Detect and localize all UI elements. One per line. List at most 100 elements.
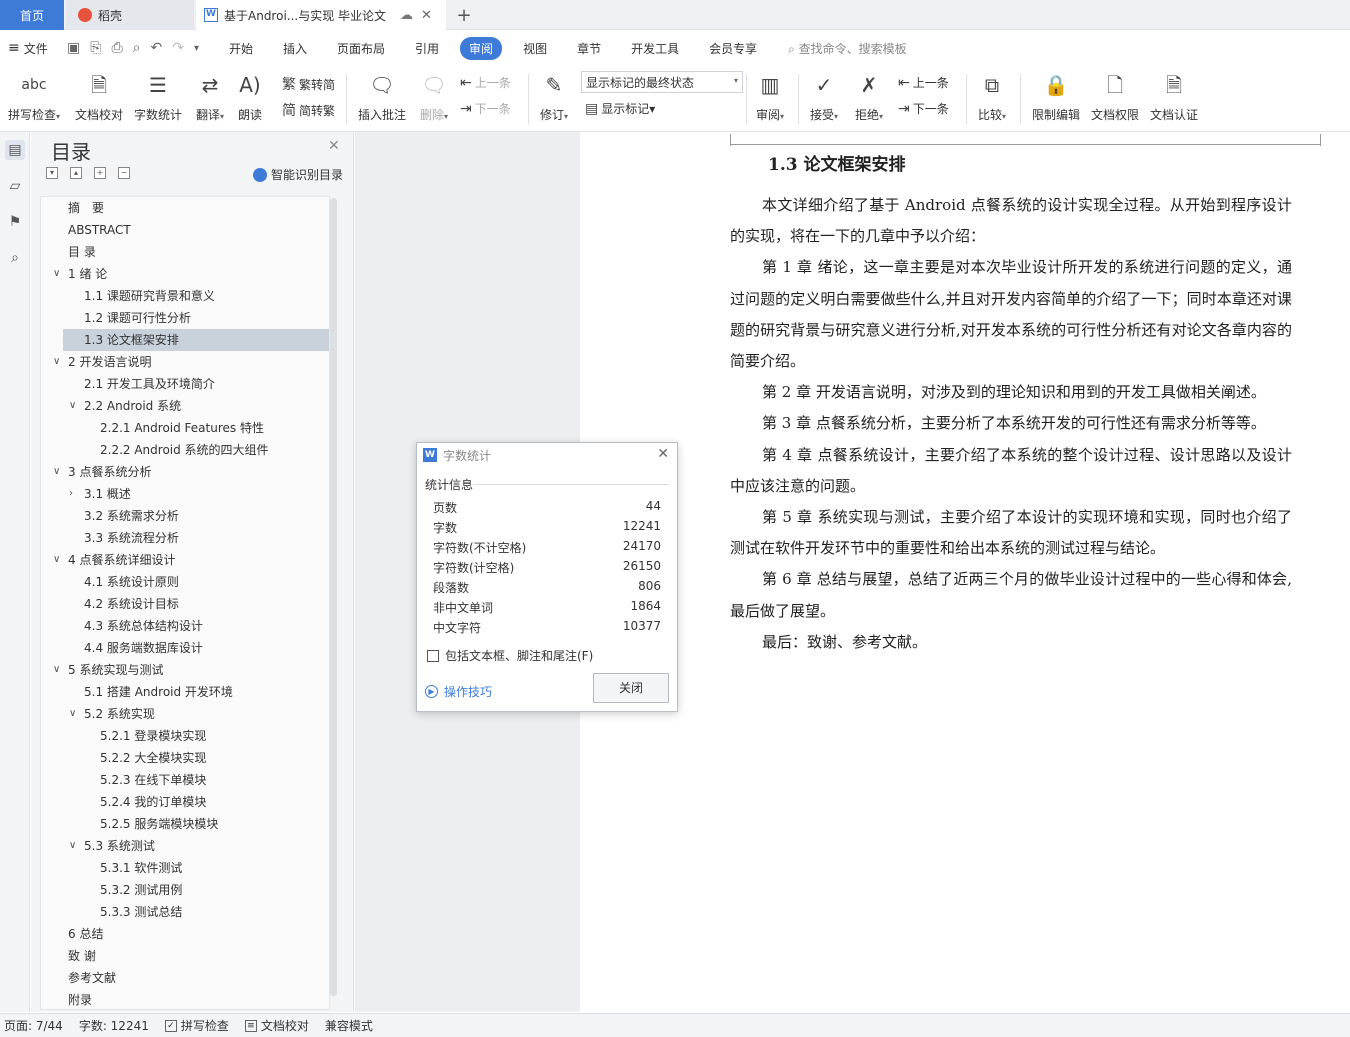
toc-item[interactable]: 目 录 [41,241,329,263]
menu-tab-chapter[interactable]: 章节 [568,37,610,60]
toc-item[interactable]: 4.2 系统设计目标 [41,593,329,615]
command-search[interactable]: ⌕ 查找命令、搜索模板 [788,40,907,57]
chevron-down-icon[interactable]: ∨ [69,395,76,417]
toc-item[interactable]: 3.3 系统流程分析 [41,527,329,549]
proofread-button[interactable]: 🗎 文档校对 [74,72,124,123]
add-heading-icon[interactable]: + [94,167,106,179]
toc-item[interactable]: 5.2.3 在线下单模块 [41,769,329,791]
menu-tab-insert[interactable]: 插入 [274,37,316,60]
close-tab-icon[interactable]: ✕ [421,8,432,23]
chevron-down-icon[interactable]: ∨ [53,461,60,483]
close-button[interactable]: 关闭 [593,673,669,703]
toc-item[interactable]: 3.2 系统需求分析 [41,505,329,527]
export-icon[interactable]: ⎘ [90,40,101,56]
collapse-all-icon[interactable]: ▾ [46,167,58,179]
dialog-titlebar[interactable]: W 字数统计 [417,443,677,467]
compare-button[interactable]: ⧉ 比较▾ [974,72,1010,123]
tips-link[interactable]: ▶ 操作技巧 [425,683,492,700]
trad-to-simp-button[interactable]: 繁繁转简 [282,74,335,94]
toc-item[interactable]: ∨ 2 开发语言说明 [41,351,329,373]
toc-item[interactable]: 附录 [41,989,329,1009]
toc-item[interactable]: 5.3.2 测试用例 [41,879,329,901]
toc-item[interactable]: ∨ 5.2 系统实现 [41,703,329,725]
next-change-button[interactable]: ⇥ 下一条 [898,100,949,117]
chevron-down-icon[interactable]: ∨ [53,549,60,571]
menu-tab-start[interactable]: 开始 [220,37,262,60]
toc-item[interactable]: ABSTRACT [41,219,329,241]
toc-item[interactable]: 2.2.2 Android 系统的四大组件 [41,439,329,461]
revise-button[interactable]: ✎ 修订▾ [536,72,572,123]
new-tab-button[interactable]: + [450,0,478,30]
menu-tab-view[interactable]: 视图 [514,37,556,60]
review-pane-button[interactable]: ▥ 审阅▾ [752,72,788,123]
chapter-nav-icon[interactable]: ▱ [5,176,25,196]
expand-up-icon[interactable]: ▴ [70,167,82,179]
toc-item[interactable]: 5.1 搭建 Android 开发环境 [41,681,329,703]
markup-state-select[interactable]: 显示标记的最终状态 ▾ [581,71,743,93]
tab-home[interactable]: 首页 [0,0,64,30]
prev-change-button[interactable]: ⇤ 上一条 [898,74,949,91]
bookmark-icon[interactable]: ⚑ [5,212,25,232]
read-aloud-button[interactable]: A) 朗读 [236,72,264,123]
toc-item[interactable]: ∨ 5.3 系统测试 [41,835,329,857]
toc-item[interactable]: 6 总结 [41,923,329,945]
toc-item[interactable]: ∨ 4 点餐系统详细设计 [41,549,329,571]
word-count-indicator[interactable]: 字数: 12241 [79,1017,149,1034]
chevron-down-icon[interactable]: ∨ [69,703,76,725]
toc-item[interactable]: 5.2.4 我的订单模块 [41,791,329,813]
smart-toc-button[interactable]: 智能识别目录 [253,166,343,183]
chevron-down-icon[interactable]: ∨ [53,263,60,285]
toc-item[interactable]: 1.3 论文框架安排 [63,329,329,351]
tab-document[interactable]: W 基于Androi...与实现 毕业论文 ☁ ✕ [196,0,446,30]
page-indicator[interactable]: 页面: 7/44 [4,1017,63,1034]
toc-item[interactable]: 4.3 系统总体结构设计 [41,615,329,637]
toc-item[interactable]: › 3.1 概述 [41,483,329,505]
toc-item[interactable]: ∨ 1 绪 论 [41,263,329,285]
menu-tab-layout[interactable]: 页面布局 [328,37,394,60]
reject-button[interactable]: ✗ 拒绝▾ [851,72,887,123]
close-icon[interactable]: ✕ [328,138,340,154]
toc-item[interactable]: 4.1 系统设计原则 [41,571,329,593]
tab-daoke[interactable]: 稻壳 [66,0,194,30]
restrict-edit-button[interactable]: 🔒 限制编辑 [1030,72,1082,123]
undo-icon[interactable]: ↶ [150,40,162,56]
cloud-icon[interactable]: ☁ [400,8,413,23]
chevron-down-icon[interactable]: ∨ [69,835,76,857]
spellcheck-status[interactable]: ✓ 拼写检查 [164,1017,229,1034]
toc-item[interactable]: 1.2 课题可行性分析 [41,307,329,329]
toc-item[interactable]: 5.3.3 测试总结 [41,901,329,923]
print-preview-icon[interactable]: ⌕ [133,40,141,56]
next-comment-button[interactable]: ⇥ 下一条 [460,100,511,117]
doc-permission-button[interactable]: 🗋 文档权限 [1089,72,1141,123]
customize-dropdown-icon[interactable]: ▾ [194,43,199,54]
search-icon[interactable]: ⌕ [5,248,25,268]
wordcount-button[interactable]: ☰ 字数统计 [133,72,183,123]
accept-button[interactable]: ✓ 接受▾ [806,72,842,123]
include-textbox-checkbox[interactable]: 包括文本框、脚注和尾注(F) [427,647,593,664]
toc-item[interactable]: 1.1 课题研究背景和意义 [41,285,329,307]
file-menu[interactable]: ≡ 文件 [0,40,62,57]
show-markup-button[interactable]: ▤ 显示标记 ▾ [585,100,655,117]
menu-tab-member[interactable]: 会员专享 [700,37,766,60]
toc-panel-icon[interactable]: ▤ [5,140,25,160]
save-icon[interactable]: ▣ [67,40,80,56]
toc-item[interactable]: ∨ 2.2 Android 系统 [41,395,329,417]
toc-item[interactable]: 5.2.1 登录模块实现 [41,725,329,747]
delete-comment-button[interactable]: 🗨 删除▾ [416,72,452,123]
document-page[interactable]: 1.3 论文框架安排 本文详细介绍了基于 Android 点餐系统的设计实现全过… [580,132,1350,1012]
toc-item[interactable]: 摘 要 [41,197,329,219]
menu-tab-developer[interactable]: 开发工具 [622,37,688,60]
toc-item[interactable]: 参考文献 [41,967,329,989]
simp-to-trad-button[interactable]: 简简转繁 [282,100,335,120]
remove-heading-icon[interactable]: − [118,167,130,179]
menu-tab-review[interactable]: 审阅 [460,36,503,60]
doc-cert-button[interactable]: 🗎 文档认证 [1148,72,1200,123]
toc-item[interactable]: 4.4 服务端数据库设计 [41,637,329,659]
spellcheck-button[interactable]: abc 拼写检查▾ [6,72,62,123]
toc-item[interactable]: 致 谢 [41,945,329,967]
toc-item[interactable]: ∨ 5 系统实现与测试 [41,659,329,681]
toc-item[interactable]: 5.3.1 软件测试 [41,857,329,879]
toc-scrollbar[interactable] [330,198,337,996]
toc-item[interactable]: 2.1 开发工具及环境简介 [41,373,329,395]
chevron-down-icon[interactable]: ∨ [53,659,60,681]
